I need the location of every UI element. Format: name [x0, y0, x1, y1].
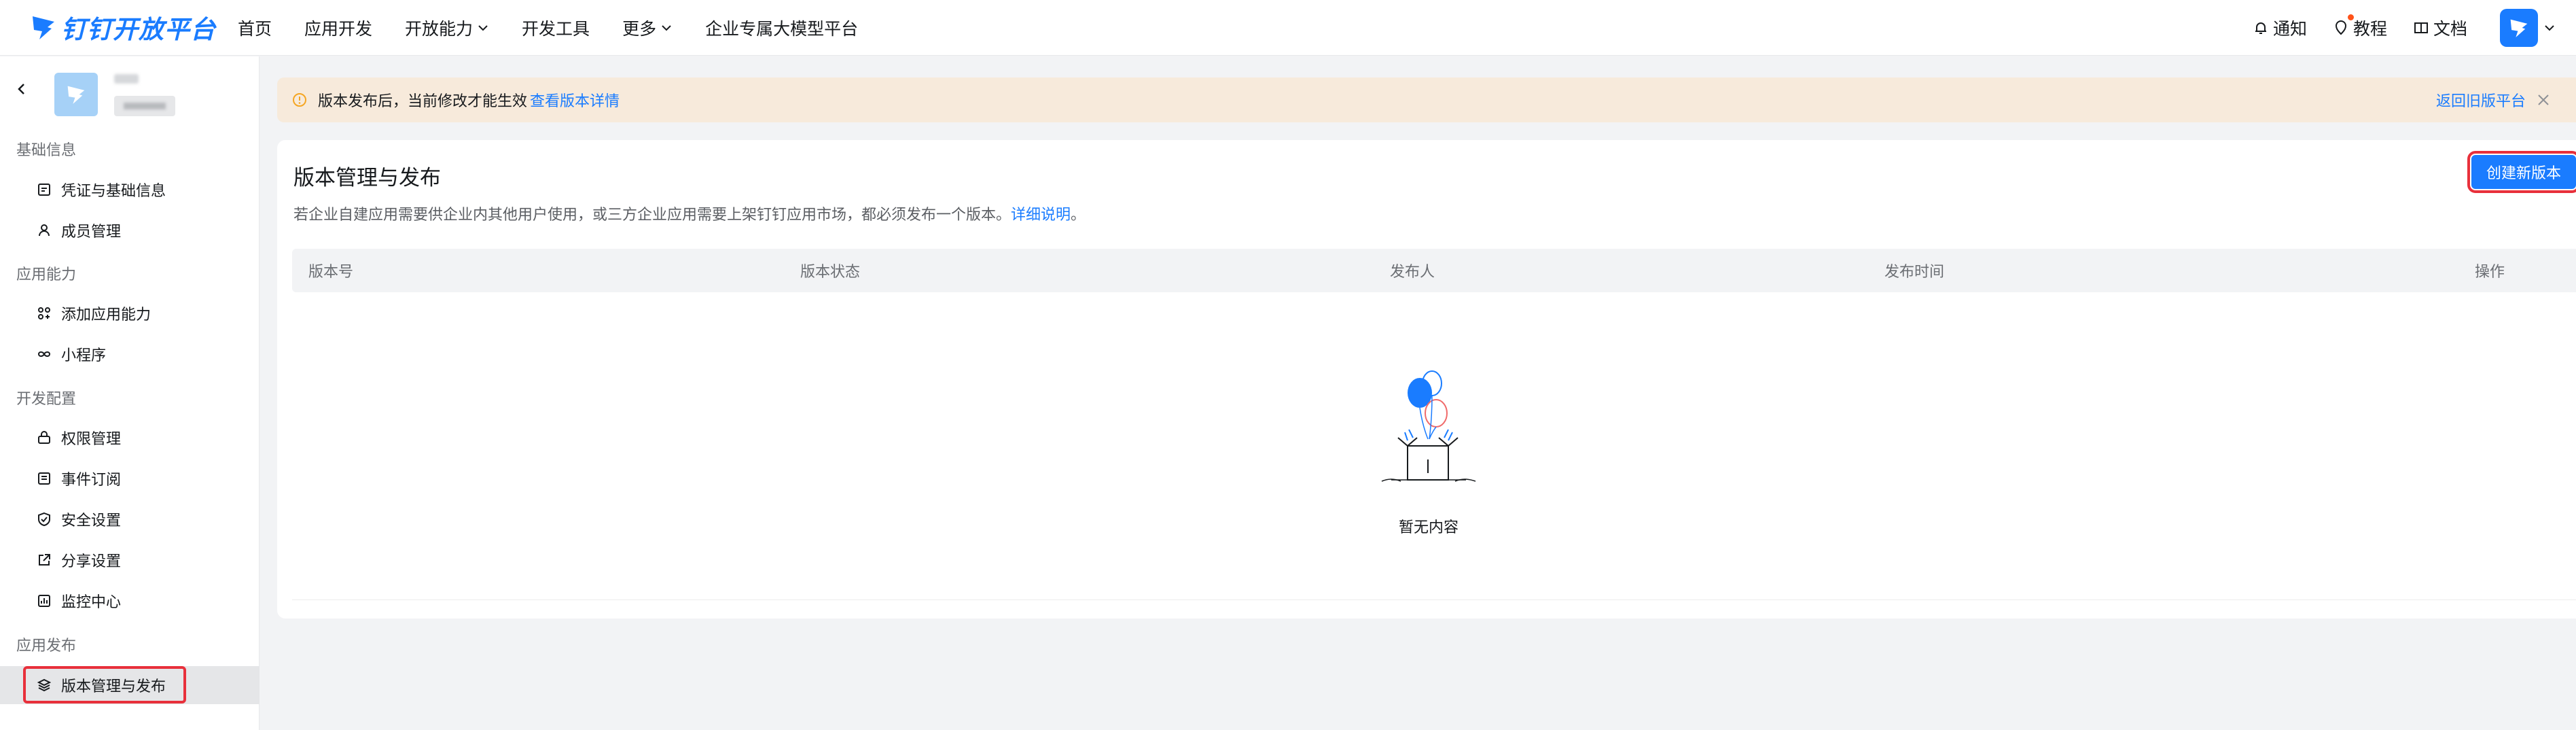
notification-dot: [2347, 14, 2354, 20]
app-name-redacted: [114, 74, 139, 84]
table-header: 版本号 版本状态 发布人 发布时间 操作: [292, 249, 2576, 292]
nav-dev-tools[interactable]: 开发工具: [522, 16, 590, 40]
docs-label: 文档: [2433, 19, 2467, 39]
nav-open-capabilities-label: 开放能力: [405, 19, 473, 39]
page-description: 若企业自建应用需要供企业内其他用户使用，或三方企业应用需要上架钉钉应用市场，都必…: [293, 203, 1086, 224]
back-to-legacy-link[interactable]: 返回旧版平台: [2436, 89, 2526, 111]
dingtalk-avatar-icon: [2510, 19, 2528, 37]
app-header: [0, 56, 260, 121]
sidebar-item-label: 权限管理: [61, 431, 122, 448]
brand-logo[interactable]: 钉钉开放平台: [30, 10, 216, 45]
nav-more[interactable]: 更多: [622, 16, 673, 40]
app-logo-icon: [67, 86, 85, 104]
column-publisher: 发布人: [1390, 264, 1435, 281]
sidebar-item-label: 小程序: [61, 347, 107, 364]
sidebar-item-security[interactable]: 安全设置: [0, 500, 260, 538]
back-arrow-icon[interactable]: [15, 82, 29, 96]
empty-box-balloons-icon: [1381, 370, 1476, 482]
header-tools: 通知 教程 文档: [2227, 0, 2556, 56]
book-icon: [2414, 22, 2428, 33]
nav-app-dev[interactable]: 应用开发: [304, 16, 372, 40]
details-link[interactable]: 详细说明: [1011, 207, 1071, 224]
column-actions: 操作: [2475, 264, 2505, 281]
sidebar-item-event-subscription[interactable]: 事件订阅: [0, 459, 260, 498]
sidebar: 基础信息 凭证与基础信息 成员管理 应用能力 添加应用能力 小程序 开发配置 权…: [0, 56, 260, 730]
view-version-details-link[interactable]: 查看版本详情: [530, 93, 620, 110]
share-icon: [39, 554, 50, 566]
permission-icon: [38, 431, 50, 444]
sidebar-item-label: 成员管理: [61, 224, 122, 241]
info-icon: [293, 93, 306, 107]
sidebar-item-credentials[interactable]: 凭证与基础信息: [0, 171, 260, 209]
section-app-capabilities: 应用能力: [16, 266, 77, 283]
nav-home[interactable]: 首页: [238, 16, 272, 40]
user-icon: [39, 224, 50, 237]
page-title: 版本管理与发布: [293, 166, 441, 190]
nav-home-label: 首页: [238, 19, 272, 39]
nav-open-capabilities[interactable]: 开放能力: [405, 16, 489, 40]
section-basic-info: 基础信息: [16, 142, 77, 159]
top-navigation-bar: 钉钉开放平台 首页 应用开发 开放能力 开发工具 更多 企业专属大模型平台 通知…: [0, 0, 2576, 56]
nav-more-label: 更多: [622, 19, 657, 39]
mini-program-icon: [37, 351, 51, 357]
section-dev-config: 开发配置: [16, 391, 77, 408]
close-icon[interactable]: [2535, 92, 2552, 108]
chevron-down-icon: [478, 25, 488, 31]
bell-icon: [2255, 22, 2266, 34]
nav-enterprise-llm[interactable]: 企业专属大模型平台: [705, 16, 858, 40]
chevron-down-icon: [662, 25, 671, 31]
create-version-button[interactable]: 创建新版本: [2467, 151, 2576, 193]
column-status: 版本状态: [800, 264, 861, 281]
sidebar-item-label: 分享设置: [61, 553, 122, 570]
brand-name: 钉钉开放平台: [61, 15, 216, 44]
sidebar-item-label: 添加应用能力: [61, 307, 151, 324]
table-divider: [292, 599, 2576, 600]
event-icon: [38, 472, 50, 485]
credential-icon: [38, 184, 50, 196]
shield-icon: [38, 512, 50, 527]
sidebar-item-permissions[interactable]: 权限管理: [0, 419, 260, 457]
notice-text: 版本发布后，当前修改才能生效: [318, 93, 528, 110]
dingtalk-logo-icon: [33, 16, 54, 39]
sidebar-item-monitor[interactable]: 监控中心: [0, 582, 260, 620]
user-avatar[interactable]: [2500, 9, 2538, 47]
monitor-icon: [38, 595, 50, 607]
chevron-down-icon[interactable]: [2543, 22, 2556, 34]
tutorial-button[interactable]: 教程: [2333, 14, 2387, 40]
section-app-release: 应用发布: [16, 638, 77, 655]
nav-enterprise-llm-label: 企业专属大模型平台: [705, 19, 859, 39]
docs-button[interactable]: 文档: [2413, 16, 2467, 40]
notify-label: 通知: [2272, 19, 2307, 39]
app-icon: [54, 73, 98, 116]
highlight-box-sidebar: [23, 666, 186, 703]
column-version: 版本号: [308, 264, 354, 281]
notify-button[interactable]: 通知: [2253, 16, 2307, 40]
sidebar-item-add-capability[interactable]: 添加应用能力: [0, 294, 260, 332]
notice-message: 版本发布后，当前修改才能生效 查看版本详情: [318, 89, 620, 111]
empty-state-text: 暂无内容: [1398, 519, 1459, 536]
description-end: 。: [1071, 207, 1086, 224]
nav-app-dev-label: 应用开发: [304, 19, 373, 39]
apps-icon: [38, 307, 50, 319]
map-pin-icon: [2335, 20, 2346, 35]
main-nav: 首页 应用开发 开放能力 开发工具 更多 企业专属大模型平台: [238, 0, 891, 56]
sidebar-item-share[interactable]: 分享设置: [0, 541, 260, 579]
nav-dev-tools-label: 开发工具: [522, 19, 590, 39]
app-tag-redacted: [114, 96, 175, 116]
column-publish-time: 发布时间: [1884, 264, 1945, 281]
description-text: 若企业自建应用需要供企业内其他用户使用，或三方企业应用需要上架钉钉应用市场，都必…: [293, 207, 1012, 224]
version-panel: 版本管理与发布 若企业自建应用需要供企业内其他用户使用，或三方企业应用需要上架钉…: [277, 140, 2576, 619]
sidebar-item-mini-program[interactable]: 小程序: [0, 335, 260, 373]
notice-banner: 版本发布后，当前修改才能生效 查看版本详情 返回旧版平台: [277, 77, 2576, 122]
sidebar-item-label: 事件订阅: [61, 472, 122, 489]
notice-actions: 返回旧版平台: [2436, 77, 2552, 122]
sidebar-item-label: 监控中心: [61, 594, 122, 611]
sidebar-item-label: 安全设置: [61, 512, 122, 529]
tutorial-label: 教程: [2353, 19, 2387, 39]
sidebar-item-members[interactable]: 成员管理: [0, 211, 260, 249]
sidebar-item-label: 凭证与基础信息: [61, 183, 166, 200]
